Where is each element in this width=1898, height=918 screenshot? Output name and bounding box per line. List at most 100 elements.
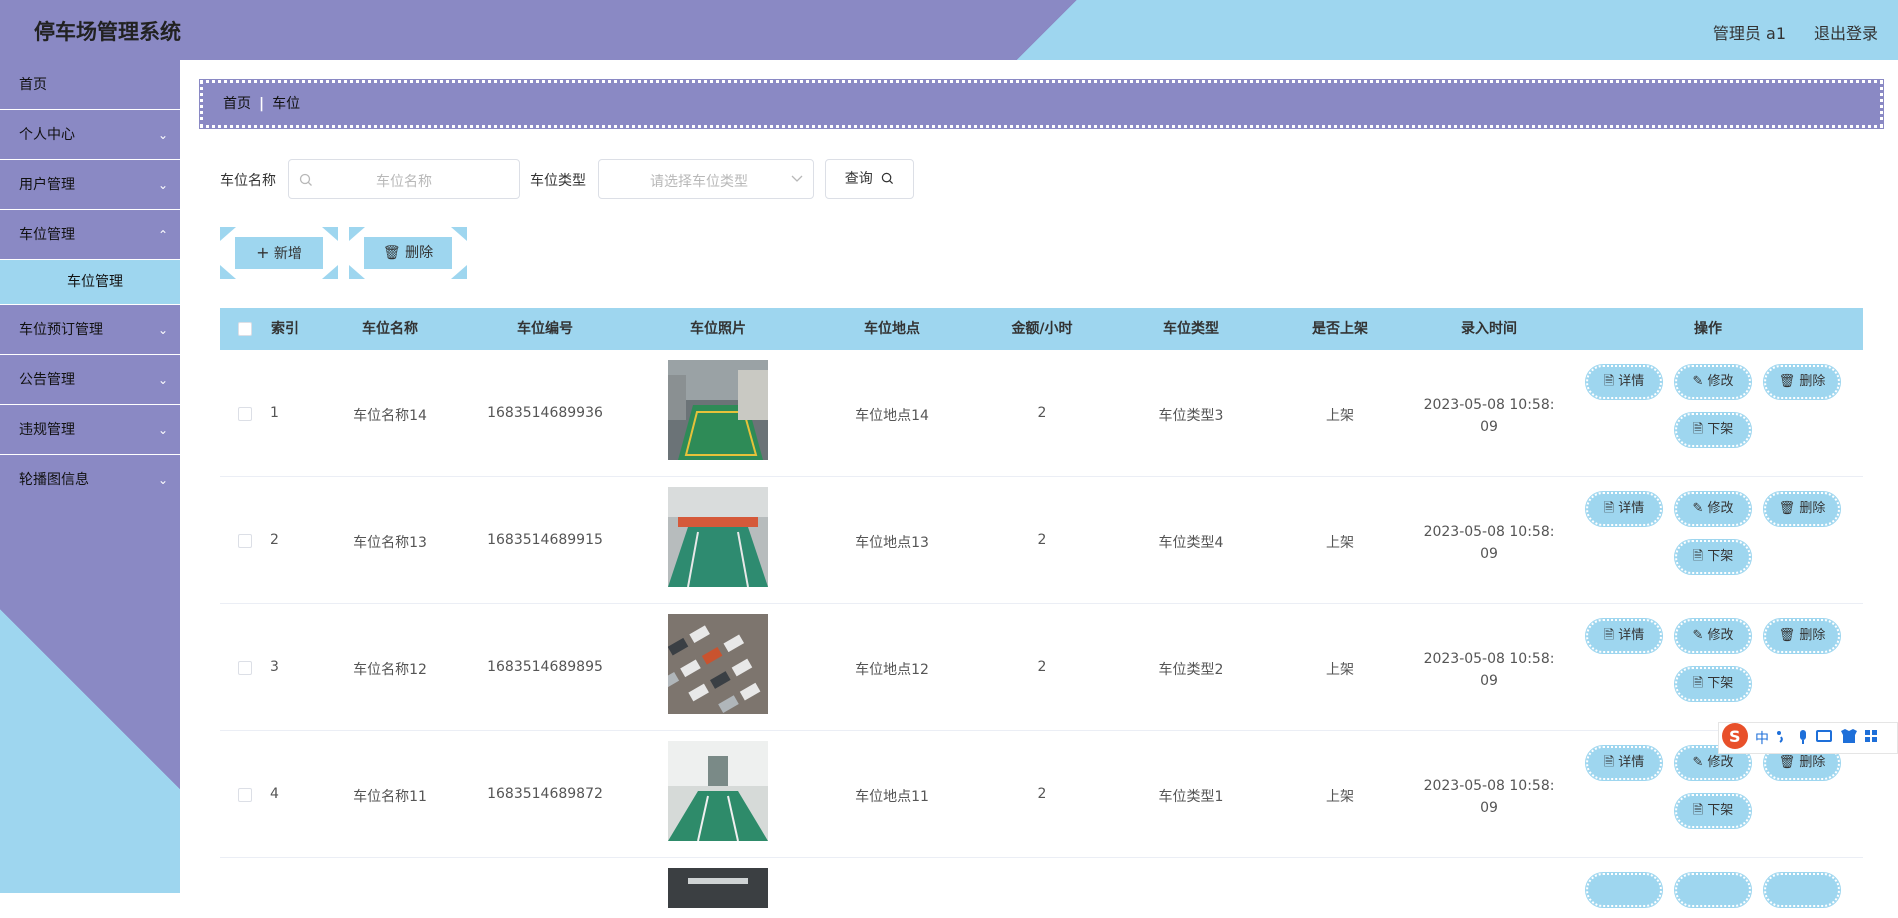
header-actions: 操作 <box>1694 321 1722 337</box>
cell-status: 上架 <box>1326 408 1354 424</box>
breadcrumb-home[interactable]: 首页 <box>223 96 251 112</box>
trash-icon: 🗑 <box>1778 755 1796 770</box>
edit-button[interactable]: ✎ 修改 <box>1674 364 1752 400</box>
row-checkbox[interactable] <box>238 788 252 802</box>
cell-index: 1 <box>270 405 279 421</box>
detail-button[interactable]: 🗎 详情 <box>1585 745 1663 781</box>
parking-photo-image <box>668 868 768 908</box>
trash-icon: 🗑 <box>1778 628 1796 643</box>
cell-time-line1: 2023-05-08 10:58: <box>1423 651 1555 667</box>
delete-button[interactable]: 🗑 删除 <box>1763 491 1841 527</box>
row-checkbox[interactable] <box>238 534 252 548</box>
sidebar-item-label: 轮播图信息 <box>19 472 89 488</box>
sidebar-subitem-parking-management[interactable]: 车位管理 <box>0 260 180 305</box>
table-row: 4 车位名称11 1683514689872 车位地点11 2 车位类型1 上架… <box>220 731 1863 858</box>
breadcrumb-current: 车位 <box>272 96 301 112</box>
cell-time-line2: 09 <box>1480 800 1498 816</box>
query-button[interactable]: 查询 <box>825 159 914 199</box>
unlist-label: 下架 <box>1707 549 1734 564</box>
parking-photo-image <box>668 614 768 714</box>
batch-delete-label: 删除 <box>405 245 434 261</box>
breadcrumb: 首页 | 车位 <box>199 79 1884 129</box>
cell-code: 1683514689872 <box>487 786 603 802</box>
cell-type: 车位类型1 <box>1158 789 1224 805</box>
unlist-button[interactable]: 🗎 下架 <box>1674 666 1752 702</box>
sidebar-item-label: 车位管理 <box>19 227 75 243</box>
cell-code: 1683514689936 <box>487 405 603 421</box>
add-button[interactable]: + 新增 <box>235 237 323 269</box>
unlist-button[interactable]: 🗎 下架 <box>1674 539 1752 575</box>
cell-time: 2023-05-08 10:58: 09 <box>1414 521 1564 565</box>
detail-button[interactable]: 🗎 详情 <box>1585 364 1663 400</box>
type-select[interactable]: 请选择车位类型 <box>598 159 814 199</box>
detail-button[interactable]: 🗎 详情 <box>1585 491 1663 527</box>
detail-label: 详情 <box>1618 628 1645 643</box>
pencil-icon: ✎ <box>1692 501 1704 516</box>
detail-button[interactable]: 🗎 详情 <box>1585 618 1663 654</box>
sidebar-item-notice-management[interactable]: 公告管理 ⌄ <box>0 355 180 405</box>
cell-time-line2: 09 <box>1480 419 1498 435</box>
cell-location: 车位地点11 <box>855 789 929 805</box>
chevron-down-icon <box>791 175 803 182</box>
delete-button[interactable]: 🗑 删除 <box>1763 364 1841 400</box>
sidebar-item-violation-management[interactable]: 违规管理 ⌄ <box>0 405 180 455</box>
parking-photo[interactable] <box>668 868 768 908</box>
parking-table: 索引 车位名称 车位编号 车位照片 车位地点 金额/小时 车位类型 是否上架 录… <box>220 308 1863 918</box>
unlist-button[interactable]: 🗎 下架 <box>1674 412 1752 448</box>
document-icon: 🗎 <box>1692 422 1704 437</box>
row-checkbox[interactable] <box>238 661 252 675</box>
table-row <box>220 858 1863 918</box>
ime-toolbar[interactable]: S 中 <box>1718 722 1898 754</box>
sidebar-item-home[interactable]: 首页 <box>0 60 180 110</box>
current-user: 管理员 a1 <box>1712 24 1786 43</box>
table-row: 2 车位名称13 1683514689915 车位地点13 2 车位类型4 上架… <box>220 477 1863 604</box>
cell-name: 车位名称11 <box>353 789 427 805</box>
cell-code: 1683514689895 <box>487 659 603 675</box>
edit-button[interactable]: ✎ 修改 <box>1674 618 1752 654</box>
name-search-input[interactable]: 车位名称 <box>288 159 520 199</box>
sidebar-item-personal-center[interactable]: 个人中心 ⌄ <box>0 110 180 160</box>
select-all-checkbox[interactable] <box>238 322 252 336</box>
delete-label: 删除 <box>1799 501 1826 516</box>
parking-photo[interactable] <box>668 614 768 714</box>
cell-time-line2: 09 <box>1480 673 1498 689</box>
delete-button[interactable]: 🗑 删除 <box>1763 618 1841 654</box>
svg-text:S: S <box>1729 727 1741 746</box>
header-type: 车位类型 <box>1163 321 1219 337</box>
edit-label: 修改 <box>1707 628 1734 643</box>
detail-button[interactable] <box>1585 872 1663 908</box>
edit-button[interactable] <box>1674 872 1752 908</box>
sidebar-item-label: 车位预订管理 <box>19 322 103 338</box>
edit-label: 修改 <box>1707 374 1734 389</box>
edit-button[interactable]: ✎ 修改 <box>1674 491 1752 527</box>
edit-label: 修改 <box>1707 755 1734 770</box>
cell-status: 上架 <box>1326 535 1354 551</box>
parking-photo[interactable] <box>668 741 768 841</box>
sidebar-item-booking-management[interactable]: 车位预订管理 ⌄ <box>0 305 180 355</box>
trash-icon: 🗑 <box>1778 374 1796 389</box>
cell-time-line1: 2023-05-08 10:58: <box>1423 778 1555 794</box>
delete-button[interactable] <box>1763 872 1841 908</box>
sidebar-item-user-management[interactable]: 用户管理 ⌄ <box>0 160 180 210</box>
parking-photo[interactable] <box>668 360 768 460</box>
sidebar-item-parking-management[interactable]: 车位管理 ⌃ <box>0 210 180 260</box>
chevron-up-icon: ⌃ <box>157 228 168 242</box>
trash-icon: 🗑 <box>1778 501 1796 516</box>
header-name: 车位名称 <box>362 321 418 337</box>
breadcrumb-separator: | <box>259 96 265 112</box>
cell-price: 2 <box>1037 532 1047 548</box>
unlist-button[interactable]: 🗎 下架 <box>1674 793 1752 829</box>
cell-index: 2 <box>270 532 279 548</box>
sidebar-item-label: 用户管理 <box>19 177 75 193</box>
header-location: 车位地点 <box>864 321 920 337</box>
parking-photo[interactable] <box>668 487 768 587</box>
cell-time-line1: 2023-05-08 10:58: <box>1423 397 1555 413</box>
batch-delete-button[interactable]: 🗑 删除 <box>364 237 452 269</box>
logout-link[interactable]: 退出登录 <box>1814 20 1878 44</box>
document-icon: 🗎 <box>1603 755 1615 770</box>
document-icon: 🗎 <box>1603 628 1615 643</box>
row-checkbox[interactable] <box>238 407 252 421</box>
query-button-label: 查询 <box>844 171 873 187</box>
name-search-placeholder: 车位名称 <box>376 174 432 190</box>
sidebar-item-carousel-info[interactable]: 轮播图信息 ⌄ <box>0 455 180 505</box>
